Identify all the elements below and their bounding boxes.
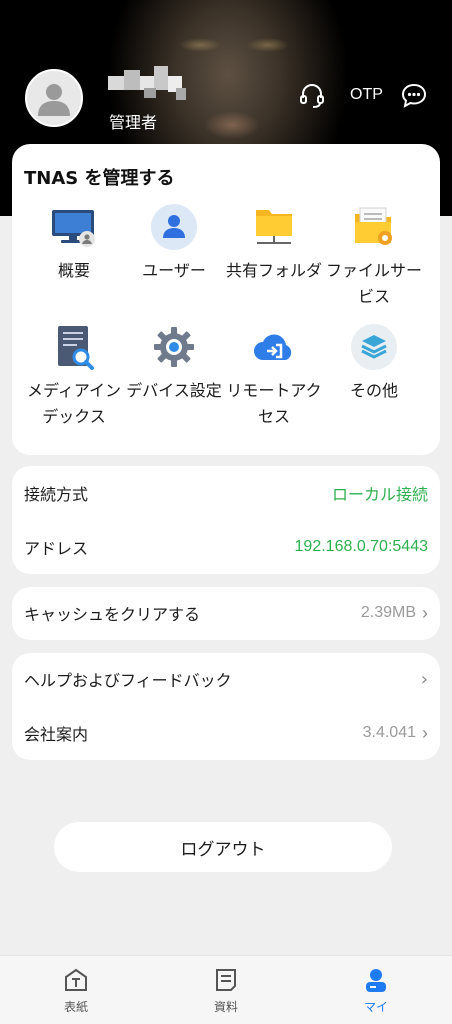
service-label: その他	[349, 381, 398, 400]
monitor-icon	[51, 204, 97, 250]
service-label: デバイス設定	[126, 381, 222, 400]
document-icon	[186, 966, 266, 994]
profile-icon	[336, 966, 416, 994]
clear-cache-label: キャッシュをクリアする	[24, 605, 201, 624]
bottom-tab-bar: 表紙 資料 マイ	[0, 955, 452, 1024]
connection-method-value: ローカル接続	[331, 487, 428, 504]
about-company-row[interactable]: 会社案内 3.4.041 ›	[24, 721, 428, 745]
user-avatar-icon[interactable]	[25, 69, 83, 127]
address-value: 192.168.0.70:5443	[294, 538, 428, 555]
home-t-icon	[36, 966, 116, 994]
tab-documents[interactable]: 資料	[186, 966, 266, 1015]
help-card: ヘルプおよびフィードバック › 会社案内 3.4.041 ›	[12, 653, 440, 760]
address-row: アドレス 192.168.0.70:5443	[24, 535, 428, 559]
service-label: 共有フォルダ	[225, 261, 322, 280]
manage-title: TNAS を管理する	[24, 168, 175, 189]
help-feedback-label: ヘルプおよびフィードバック	[24, 671, 232, 690]
chevron-right-icon: ›	[420, 668, 428, 690]
chat-bubble-icon[interactable]	[400, 82, 428, 110]
cache-size: 2.39MB	[360, 604, 416, 621]
cloud-access-icon	[251, 324, 297, 370]
address-label: アドレス	[24, 539, 89, 558]
service-label: ファイルサービス	[325, 261, 422, 306]
service-label: ユーザー	[142, 261, 206, 280]
otp-button[interactable]: OTP	[350, 86, 383, 104]
connection-method-row: 接続方式 ローカル接続	[24, 481, 428, 505]
help-feedback-row[interactable]: ヘルプおよびフィードバック ›	[24, 667, 428, 691]
username-pixelated	[104, 62, 190, 102]
tab-label: 表紙	[63, 1000, 88, 1014]
about-company-label: 会社案内	[24, 725, 89, 744]
user-icon	[151, 204, 197, 250]
file-service-icon	[351, 204, 397, 250]
headset-icon[interactable]	[298, 82, 326, 110]
service-label: メディアインデックス	[26, 381, 122, 426]
tab-home[interactable]: 表紙	[36, 966, 116, 1015]
service-label: 概要	[57, 261, 90, 280]
tab-my[interactable]: マイ	[336, 966, 416, 1015]
user-role: 管理者	[109, 113, 158, 132]
connection-method-label: 接続方式	[24, 485, 89, 504]
app-version: 3.4.041	[362, 724, 416, 741]
chevron-right-icon: ›	[422, 602, 428, 623]
shared-folder-icon	[251, 204, 297, 250]
clear-cache-row[interactable]: キャッシュをクリアする 2.39MB ›	[12, 587, 440, 640]
service-label: リモートアクセス	[226, 381, 322, 426]
logout-button[interactable]: ログアウト	[54, 822, 392, 872]
tab-label: マイ	[363, 1000, 388, 1014]
media-index-icon	[51, 324, 97, 370]
layers-icon	[351, 324, 397, 370]
manage-tnas-card: TNAS を管理する 概要 ユーザー 共有フォルダ ファイルサービス メディアイ…	[12, 144, 440, 455]
connection-card: 接続方式 ローカル接続 アドレス 192.168.0.70:5443	[12, 466, 440, 574]
gear-icon	[151, 324, 197, 370]
chevron-right-icon: ›	[422, 722, 428, 743]
tab-label: 資料	[213, 1000, 238, 1014]
